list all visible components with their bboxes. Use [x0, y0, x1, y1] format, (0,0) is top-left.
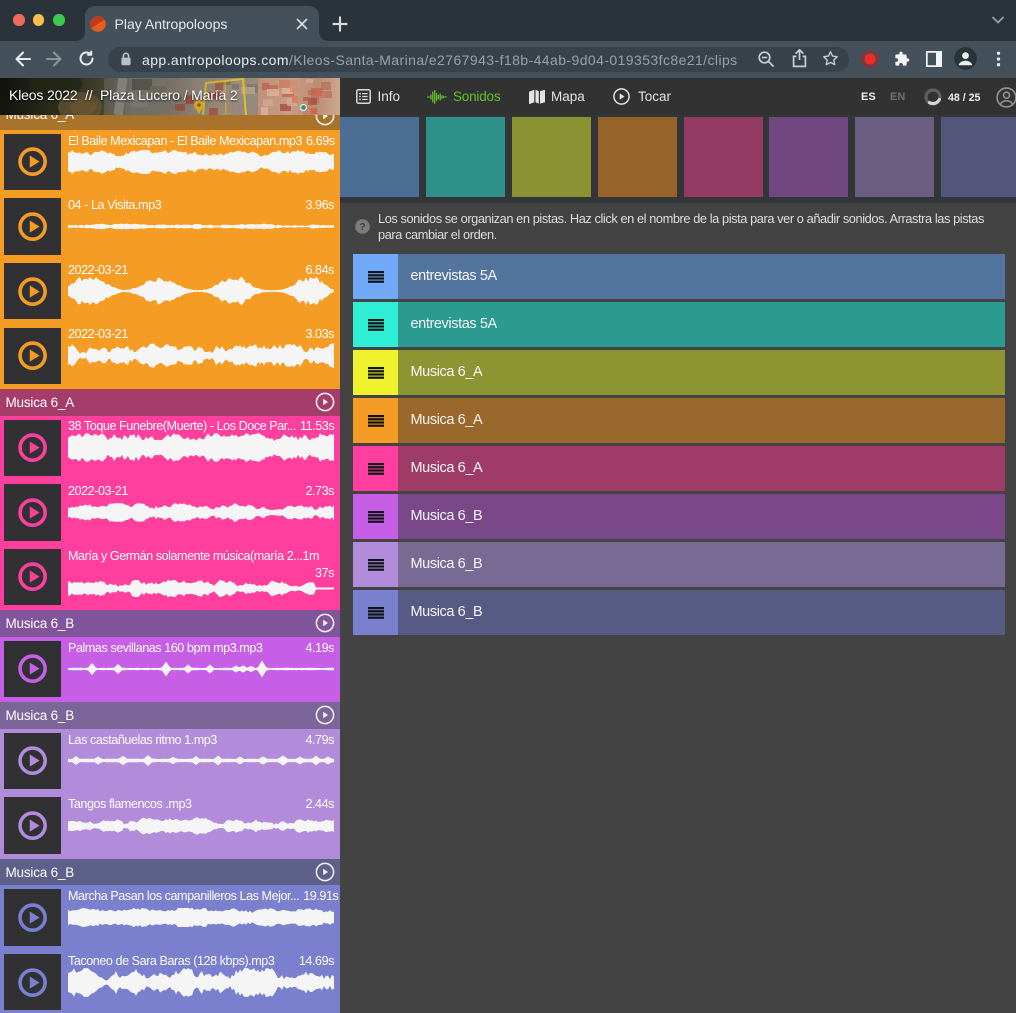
svg-text:?: ?	[359, 221, 365, 233]
